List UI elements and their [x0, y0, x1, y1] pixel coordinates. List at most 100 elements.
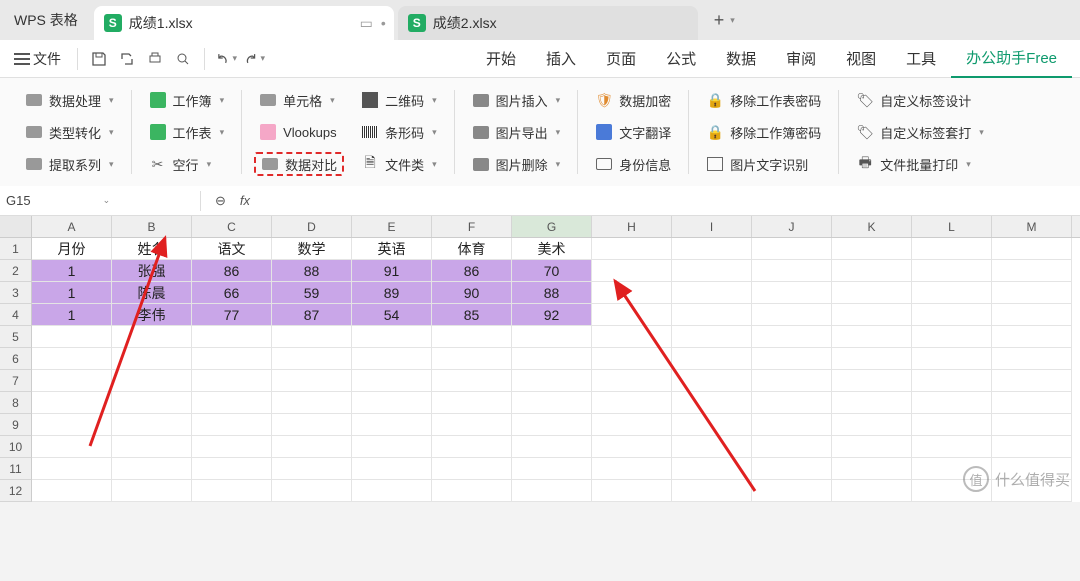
- cell[interactable]: [592, 326, 672, 348]
- cell[interactable]: [832, 326, 912, 348]
- cell[interactable]: [32, 348, 112, 370]
- cell[interactable]: 87: [272, 304, 352, 326]
- btn-worksheet[interactable]: 工作表▾: [144, 120, 230, 144]
- col-header-A[interactable]: A: [32, 216, 112, 237]
- btn-blank-row[interactable]: ✂空行▾: [144, 152, 230, 176]
- cell[interactable]: [112, 348, 192, 370]
- cell[interactable]: [672, 480, 752, 502]
- cell[interactable]: [592, 370, 672, 392]
- btn-data-encrypt[interactable]: 🛡数据加密: [590, 88, 676, 112]
- cell[interactable]: [832, 370, 912, 392]
- cell[interactable]: [752, 304, 832, 326]
- cell[interactable]: [752, 282, 832, 304]
- cell[interactable]: [752, 458, 832, 480]
- cell[interactable]: 语文: [192, 238, 272, 260]
- save-icon[interactable]: [88, 48, 110, 70]
- cell[interactable]: [272, 370, 352, 392]
- row-header[interactable]: 12: [0, 480, 32, 502]
- redo-icon[interactable]: ▾: [243, 48, 265, 70]
- cell[interactable]: [832, 260, 912, 282]
- col-header-K[interactable]: K: [832, 216, 912, 237]
- col-header-C[interactable]: C: [192, 216, 272, 237]
- cell[interactable]: 91: [352, 260, 432, 282]
- col-header-M[interactable]: M: [992, 216, 1072, 237]
- row-header[interactable]: 5: [0, 326, 32, 348]
- cell[interactable]: [592, 282, 672, 304]
- col-header-J[interactable]: J: [752, 216, 832, 237]
- row-header[interactable]: 11: [0, 458, 32, 480]
- col-header-E[interactable]: E: [352, 216, 432, 237]
- cell[interactable]: [912, 260, 992, 282]
- cell[interactable]: [832, 348, 912, 370]
- btn-export-image[interactable]: 图片导出▾: [467, 120, 566, 144]
- cell[interactable]: [672, 458, 752, 480]
- tab-office-assistant[interactable]: 办公助手Free: [951, 40, 1072, 78]
- tab-data[interactable]: 数据: [711, 40, 771, 78]
- cell[interactable]: [112, 392, 192, 414]
- tab-tools[interactable]: 工具: [891, 40, 951, 78]
- cell[interactable]: 86: [432, 260, 512, 282]
- col-header-H[interactable]: H: [592, 216, 672, 237]
- cell[interactable]: [992, 436, 1072, 458]
- cell[interactable]: [992, 260, 1072, 282]
- cell[interactable]: 59: [272, 282, 352, 304]
- fx-label[interactable]: fx: [240, 193, 250, 208]
- cell[interactable]: [592, 348, 672, 370]
- col-header-G[interactable]: G: [512, 216, 592, 237]
- tab-start[interactable]: 开始: [471, 40, 531, 78]
- cell[interactable]: [352, 326, 432, 348]
- cell[interactable]: [832, 304, 912, 326]
- cell[interactable]: [912, 282, 992, 304]
- cell[interactable]: [672, 304, 752, 326]
- cell[interactable]: [32, 480, 112, 502]
- cell[interactable]: [512, 326, 592, 348]
- cell[interactable]: 1: [32, 282, 112, 304]
- cell[interactable]: 1: [32, 260, 112, 282]
- cell[interactable]: [912, 370, 992, 392]
- cell[interactable]: [432, 370, 512, 392]
- cell[interactable]: [912, 348, 992, 370]
- cancel-formula-icon[interactable]: ⊖: [215, 193, 226, 209]
- select-all-corner[interactable]: [0, 216, 32, 237]
- cell[interactable]: [352, 480, 432, 502]
- cell[interactable]: [672, 392, 752, 414]
- cell[interactable]: 85: [432, 304, 512, 326]
- cell[interactable]: 92: [512, 304, 592, 326]
- btn-cell[interactable]: 单元格▾: [254, 88, 344, 112]
- col-header-L[interactable]: L: [912, 216, 992, 237]
- cell[interactable]: [272, 392, 352, 414]
- cell[interactable]: [752, 348, 832, 370]
- cell[interactable]: [592, 304, 672, 326]
- btn-text-translate[interactable]: 文字翻译: [590, 120, 676, 144]
- cell[interactable]: 张强: [112, 260, 192, 282]
- undo-icon[interactable]: ▾: [215, 48, 237, 70]
- tab-preview-icon[interactable]: ▭: [360, 15, 373, 32]
- cell[interactable]: [992, 392, 1072, 414]
- cell[interactable]: [352, 348, 432, 370]
- document-tab-2[interactable]: S 成绩2.xlsx: [398, 6, 698, 40]
- cell[interactable]: [192, 326, 272, 348]
- cell[interactable]: [112, 370, 192, 392]
- cell[interactable]: [352, 436, 432, 458]
- row-header[interactable]: 4: [0, 304, 32, 326]
- cell[interactable]: [912, 436, 992, 458]
- save-as-icon[interactable]: [116, 48, 138, 70]
- btn-custom-label-design[interactable]: 🏷自定义标签设计: [851, 88, 989, 112]
- spreadsheet-grid[interactable]: ABCDEFGHIJKLM 1月份姓名语文数学英语体育美术21张强8688918…: [0, 216, 1080, 502]
- cell[interactable]: [512, 480, 592, 502]
- cell[interactable]: [112, 458, 192, 480]
- cell[interactable]: [272, 326, 352, 348]
- cell[interactable]: [512, 348, 592, 370]
- cell[interactable]: 89: [352, 282, 432, 304]
- cell[interactable]: 88: [272, 260, 352, 282]
- cell[interactable]: [32, 370, 112, 392]
- cell[interactable]: 70: [512, 260, 592, 282]
- file-menu[interactable]: 文件: [8, 49, 67, 69]
- btn-remove-book-pwd[interactable]: 🔒移除工作簿密码: [701, 120, 826, 144]
- cell[interactable]: [352, 392, 432, 414]
- cell[interactable]: [912, 238, 992, 260]
- cell[interactable]: [192, 436, 272, 458]
- cell[interactable]: 美术: [512, 238, 592, 260]
- cell[interactable]: [512, 414, 592, 436]
- btn-barcode[interactable]: 条形码▾: [356, 120, 442, 144]
